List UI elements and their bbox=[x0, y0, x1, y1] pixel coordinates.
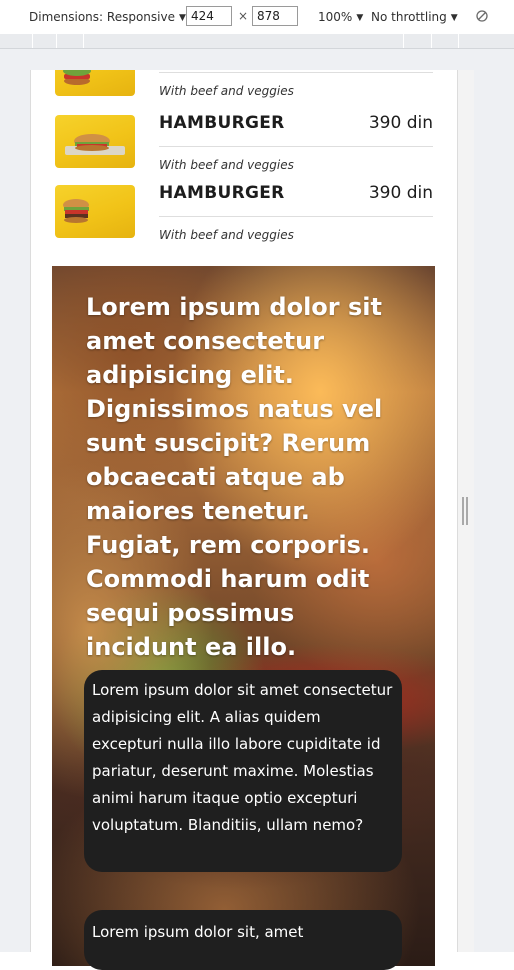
menu-item-description: With beef and veggies bbox=[159, 158, 294, 172]
menu-item[interactable]: HAMBURGER 390 din With beef and veggies bbox=[55, 175, 433, 242]
resize-handle-icon[interactable] bbox=[462, 497, 468, 525]
menu-item[interactable]: With beef and veggies bbox=[55, 70, 433, 98]
menu-divider bbox=[159, 72, 433, 73]
media-query-bar[interactable] bbox=[0, 34, 514, 49]
hamburger-image bbox=[55, 115, 135, 168]
zoom-label: 100% bbox=[318, 10, 353, 24]
zoom-dropdown[interactable]: 100% ▼ bbox=[318, 9, 363, 26]
menu-item-price: 390 din bbox=[368, 183, 433, 203]
chevron-down-icon: ▼ bbox=[178, 13, 186, 23]
dimensions-label: Dimensions: Responsive bbox=[29, 10, 175, 24]
menu-item-description: With beef and veggies bbox=[159, 228, 294, 242]
dimensions-dropdown[interactable]: Dimensions: Responsive ▼ bbox=[29, 9, 186, 26]
menu-item-name: HAMBURGER bbox=[159, 113, 285, 133]
devtools-toolbar: Dimensions: Responsive ▼ 424 × 878 100% ▼ … bbox=[0, 0, 514, 35]
hamburger-image bbox=[55, 185, 135, 238]
hamburger-illustration bbox=[65, 134, 125, 155]
info-card: Lorem ipsum dolor sit, amet bbox=[84, 910, 402, 970]
rotate-icon[interactable] bbox=[476, 10, 488, 22]
hamburger-illustration bbox=[63, 70, 91, 85]
info-card: Lorem ipsum dolor sit amet consectetur a… bbox=[84, 670, 402, 872]
throttling-label: No throttling bbox=[371, 10, 447, 24]
menu-item-price: 390 din bbox=[368, 113, 433, 133]
chevron-down-icon: ▼ bbox=[356, 13, 364, 23]
menu-item-name: HAMBURGER bbox=[159, 183, 285, 203]
chevron-down-icon: ▼ bbox=[450, 13, 458, 23]
throttling-dropdown[interactable]: No throttling ▼ bbox=[371, 9, 458, 26]
hamburger-illustration bbox=[63, 199, 89, 223]
width-input[interactable]: 424 bbox=[186, 6, 232, 26]
hero-title: Lorem ipsum dolor sit amet consectetur a… bbox=[86, 293, 383, 661]
height-input[interactable]: 878 bbox=[252, 6, 298, 26]
menu-item-description: With beef and veggies bbox=[159, 84, 294, 98]
menu-divider bbox=[159, 216, 433, 217]
menu-divider bbox=[159, 146, 433, 147]
times-sign: × bbox=[238, 9, 249, 23]
hamburger-image bbox=[55, 70, 135, 96]
menu-item[interactable]: HAMBURGER 390 din With beef and veggies bbox=[55, 105, 433, 172]
